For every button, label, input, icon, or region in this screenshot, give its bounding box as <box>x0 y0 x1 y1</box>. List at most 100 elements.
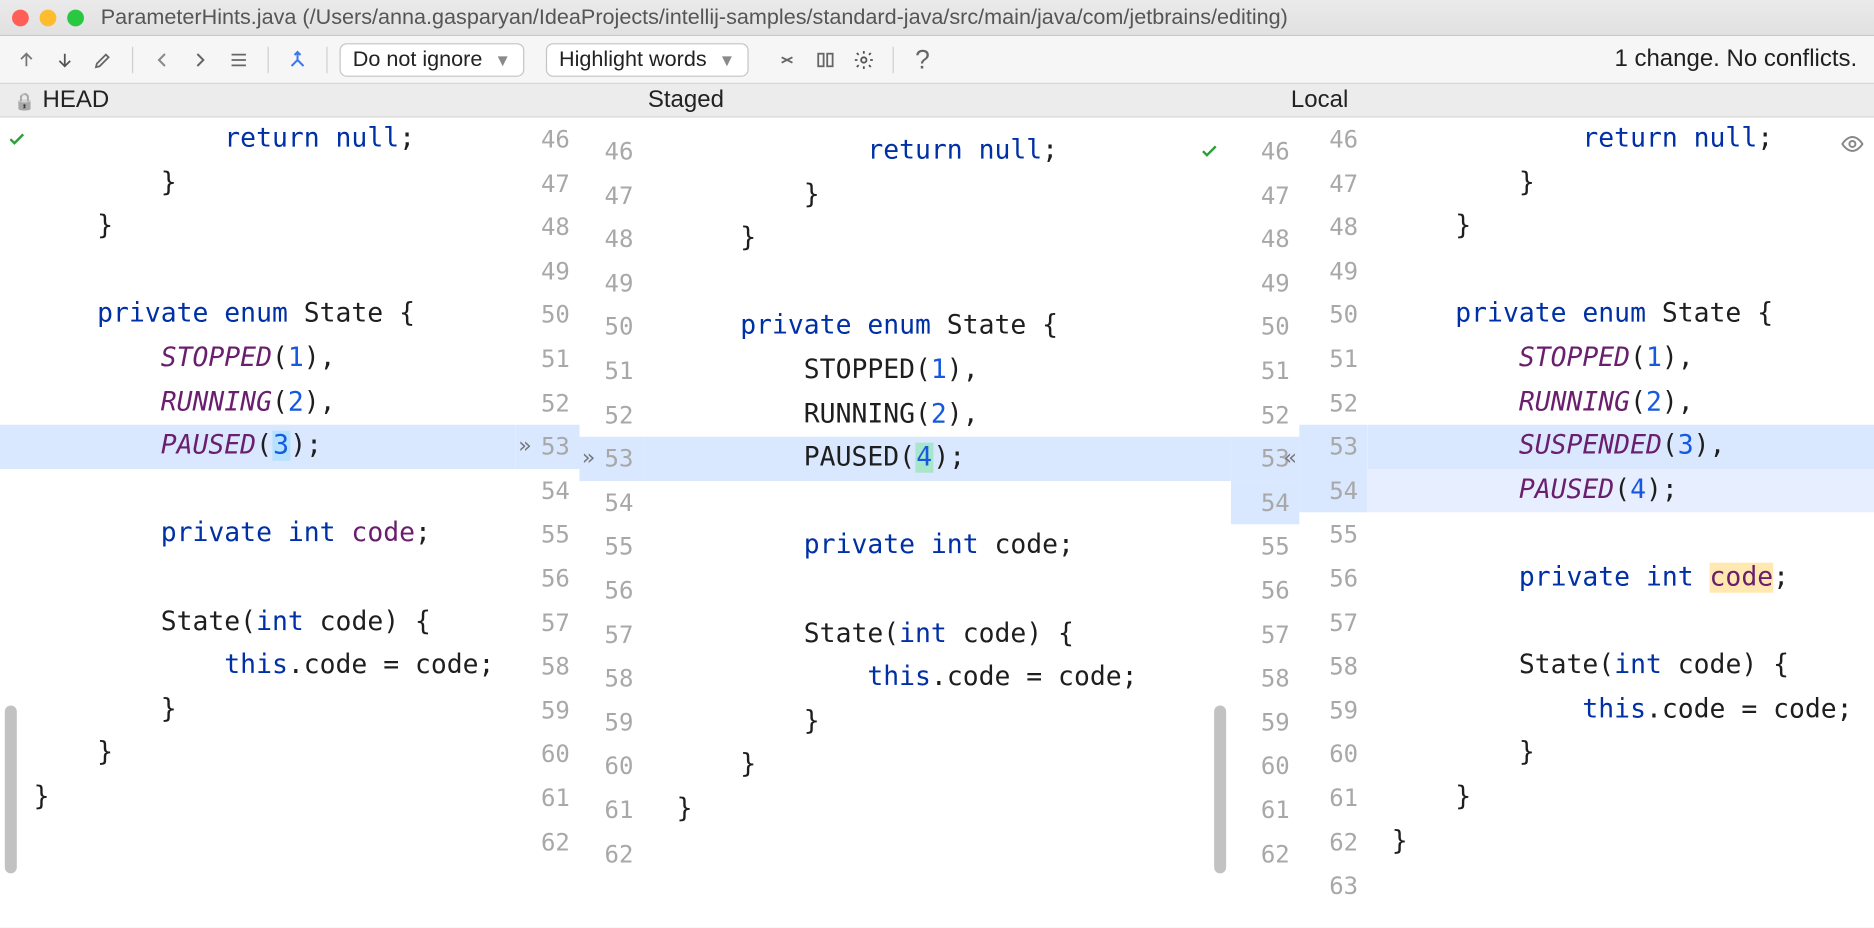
maximize-icon[interactable] <box>67 9 84 26</box>
merge-toolbar: Do not ignore ▼ Highlight words ▼ ? 1 ch… <box>0 36 1874 84</box>
pane-headers: HEAD Staged Local <box>0 84 1874 118</box>
apply-arrow-icon[interactable]: « <box>1284 437 1297 481</box>
apply-arrow-icon[interactable]: » <box>518 425 531 469</box>
separator <box>326 46 327 72</box>
staged-pane-header: Staged <box>643 84 1286 116</box>
lines-icon[interactable] <box>222 43 256 77</box>
line-number: 46 <box>579 130 643 174</box>
merge-icon[interactable] <box>281 43 315 77</box>
local-pane-header: Local <box>1286 84 1874 116</box>
line-number: 54 <box>579 481 643 525</box>
edit-button[interactable] <box>86 43 120 77</box>
line-number: 50 <box>1231 305 1299 349</box>
line-number: 53» <box>516 425 580 469</box>
line-number: 62 <box>1299 820 1367 864</box>
layout-button[interactable] <box>808 43 842 77</box>
separator <box>892 46 893 72</box>
ignore-select[interactable]: Do not ignore ▼ <box>340 43 525 77</box>
line-number: 50 <box>579 305 643 349</box>
scrollbar[interactable] <box>5 705 17 873</box>
merge-status: 1 change. No conflicts. <box>1614 46 1864 74</box>
chevron-down-icon: ▼ <box>494 50 511 69</box>
line-number: 57 <box>516 601 580 645</box>
line-number: 46 <box>1299 118 1367 162</box>
line-number: 51 <box>516 337 580 381</box>
line-number: 59 <box>579 700 643 744</box>
line-number: 62 <box>516 820 580 864</box>
line-number: 54 <box>1231 481 1299 525</box>
scrollbar[interactable] <box>1214 705 1226 873</box>
help-button[interactable]: ? <box>906 43 940 77</box>
line-number: 47 <box>1299 161 1367 205</box>
line-number: 59 <box>1231 700 1299 744</box>
line-number: 50 <box>516 293 580 337</box>
window-title: ParameterHints.java (/Users/anna.gaspary… <box>101 5 1288 30</box>
diff-panes: return null; } } private enum State { ST… <box>0 118 1874 928</box>
line-number: 56 <box>579 569 643 613</box>
next-diff-button[interactable] <box>48 43 82 77</box>
line-number: 46 <box>516 118 580 162</box>
line-number: 51 <box>579 349 643 393</box>
highlight-select[interactable]: Highlight words ▼ <box>546 43 749 77</box>
line-number: 49 <box>1231 261 1299 305</box>
traffic-lights <box>12 9 84 26</box>
head-label: HEAD <box>43 86 110 114</box>
line-number: 61 <box>1299 776 1367 820</box>
staged-editor[interactable]: return null; } } private enum State { ST… <box>643 118 1231 928</box>
line-number: 58 <box>1299 644 1367 688</box>
line-number: 55 <box>516 513 580 557</box>
chevron-down-icon: ▼ <box>719 50 736 69</box>
line-number: 56 <box>1231 569 1299 613</box>
head-pane-header: HEAD <box>0 84 643 116</box>
separator <box>268 46 269 72</box>
line-number: 47 <box>579 173 643 217</box>
forward-button[interactable] <box>184 43 218 77</box>
line-number: 58 <box>516 644 580 688</box>
line-number: 57 <box>579 613 643 657</box>
minimize-icon[interactable] <box>40 9 57 26</box>
line-number: 51 <box>1231 349 1299 393</box>
line-number: 59 <box>1299 688 1367 732</box>
line-number: 52 <box>579 393 643 437</box>
line-number: 56 <box>516 557 580 601</box>
line-number: 58 <box>1231 656 1299 700</box>
line-number: 55 <box>579 525 643 569</box>
line-number: 63 <box>1299 864 1367 908</box>
line-number: 48 <box>1231 217 1299 261</box>
line-number: 50 <box>1299 293 1367 337</box>
line-number: 47 <box>516 161 580 205</box>
line-number: 53» <box>579 437 643 481</box>
local-editor[interactable]: return null; } } private enum State { ST… <box>1368 118 1874 928</box>
collapse-button[interactable] <box>770 43 804 77</box>
line-number: 52 <box>1231 393 1299 437</box>
line-number: 53 <box>1299 425 1367 469</box>
line-number: 60 <box>579 744 643 788</box>
line-number: 61 <box>516 776 580 820</box>
line-number: 58 <box>579 656 643 700</box>
line-number: 52 <box>516 381 580 425</box>
line-number: 54 <box>1299 469 1367 513</box>
line-number: 59 <box>516 688 580 732</box>
line-number: 60 <box>516 732 580 776</box>
line-number: 60 <box>1231 744 1299 788</box>
line-number: 55 <box>1231 525 1299 569</box>
line-number: 54 <box>516 469 580 513</box>
head-editor[interactable]: return null; } } private enum State { ST… <box>0 118 516 928</box>
local-label: Local <box>1291 86 1348 114</box>
line-number: 49 <box>579 261 643 305</box>
line-number: 49 <box>1299 249 1367 293</box>
highlight-select-label: Highlight words <box>559 47 707 72</box>
titlebar: ParameterHints.java (/Users/anna.gaspary… <box>0 0 1874 36</box>
lock-icon <box>14 86 35 114</box>
separator <box>132 46 133 72</box>
line-number: 53« <box>1231 437 1299 481</box>
line-number: 57 <box>1299 601 1367 645</box>
gear-icon[interactable] <box>847 43 881 77</box>
close-icon[interactable] <box>12 9 29 26</box>
back-button[interactable] <box>145 43 179 77</box>
gutter-staged-local: 4647484950515253«545556575859606162 4647… <box>1231 118 1368 928</box>
line-number: 61 <box>579 788 643 832</box>
ignore-select-label: Do not ignore <box>353 47 483 72</box>
apply-arrow-icon[interactable]: » <box>582 437 595 481</box>
prev-diff-button[interactable] <box>10 43 44 77</box>
